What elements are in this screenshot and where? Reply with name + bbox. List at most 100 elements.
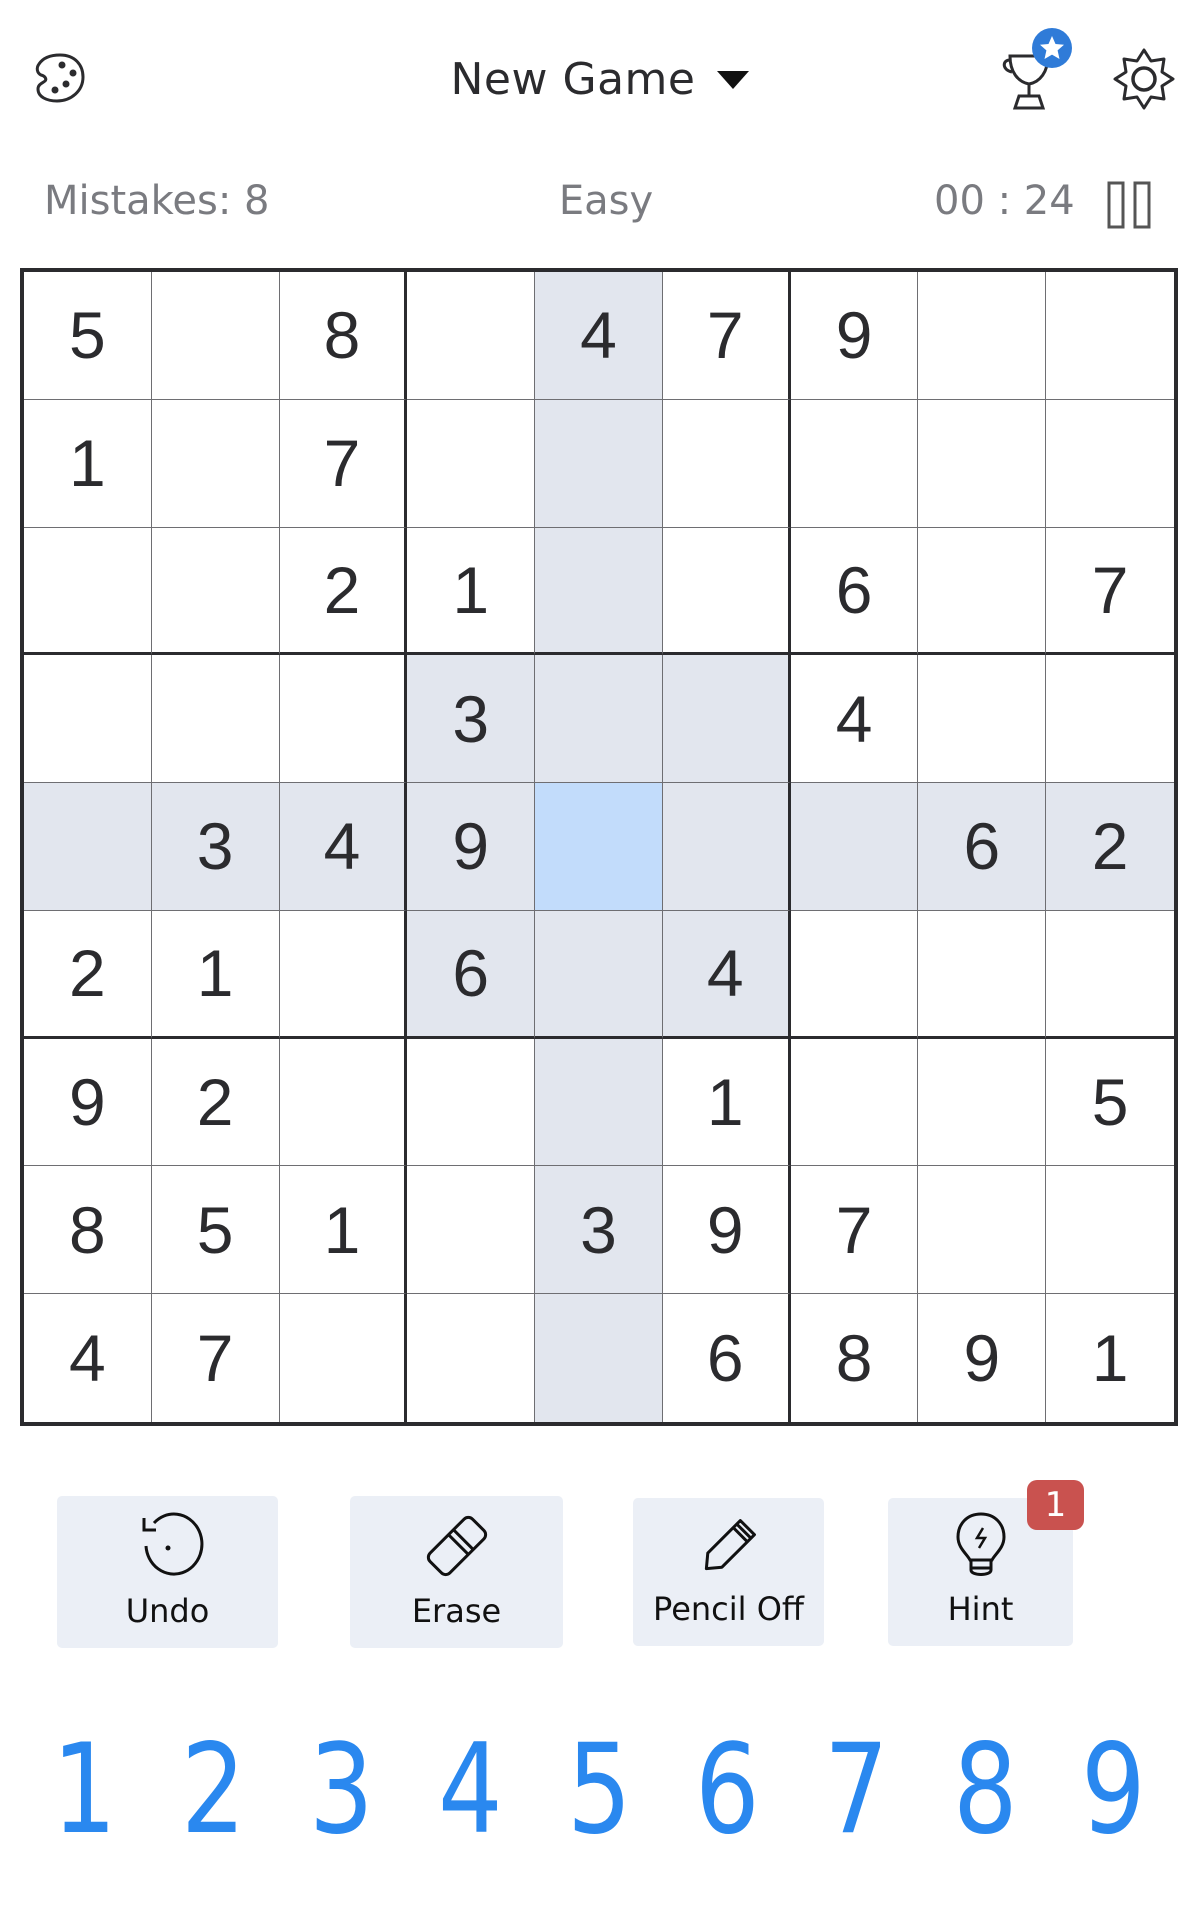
board-cell[interactable] — [407, 399, 536, 528]
hint-count-badge: 1 — [1027, 1480, 1084, 1530]
board-cell[interactable] — [535, 783, 663, 911]
board-cell[interactable]: 7 — [662, 272, 791, 400]
numpad-digit-3[interactable]: 3 — [289, 1718, 395, 1862]
board-cell[interactable]: 6 — [790, 527, 919, 656]
board-cell[interactable]: 5 — [24, 272, 152, 400]
hint-label: Hint — [947, 1590, 1014, 1628]
board-cell[interactable]: 2 — [1046, 783, 1174, 911]
board-cell[interactable]: 9 — [407, 783, 536, 911]
board-cell[interactable] — [662, 527, 791, 656]
board-cell[interactable]: 2 — [24, 910, 152, 1039]
board-cell[interactable]: 9 — [790, 272, 919, 400]
board-cell[interactable]: 7 — [790, 1166, 919, 1295]
board-cell[interactable]: 6 — [663, 1294, 791, 1422]
board-cell[interactable] — [918, 655, 1047, 784]
numpad-digit-2[interactable]: 2 — [160, 1718, 266, 1862]
board-cell[interactable] — [1046, 272, 1174, 400]
board-cell[interactable] — [662, 655, 791, 784]
board-cell[interactable] — [535, 527, 663, 656]
board-cell[interactable]: 9 — [662, 1166, 791, 1295]
board-cell[interactable] — [151, 527, 280, 656]
board-cell[interactable] — [279, 1038, 408, 1167]
board-cell[interactable] — [24, 527, 152, 656]
board-cell[interactable]: 3 — [535, 1166, 663, 1295]
board-cell[interactable] — [790, 910, 919, 1039]
board-cell[interactable]: 8 — [279, 272, 408, 400]
board-cell[interactable] — [279, 910, 408, 1039]
numpad-digit-6[interactable]: 6 — [675, 1718, 781, 1862]
board-cell[interactable]: 9 — [918, 1294, 1047, 1422]
board-cell[interactable]: 8 — [791, 1294, 919, 1422]
board-cell[interactable] — [151, 272, 280, 400]
board-cell[interactable]: 9 — [24, 1038, 152, 1167]
board-cell[interactable]: 4 — [279, 783, 408, 911]
board-cell[interactable]: 1 — [662, 1038, 791, 1167]
board-cell[interactable]: 6 — [918, 783, 1047, 911]
board-cell[interactable] — [535, 399, 663, 528]
numpad-digit-1[interactable]: 1 — [32, 1718, 137, 1862]
board-cell[interactable]: 3 — [151, 783, 280, 911]
board-cell[interactable] — [407, 1294, 536, 1422]
board-cell[interactable] — [662, 783, 791, 911]
board-cell[interactable] — [1046, 911, 1174, 1039]
board-cell[interactable]: 7 — [1046, 528, 1174, 656]
board-cell[interactable]: 5 — [1046, 1039, 1174, 1167]
board-cell[interactable] — [918, 910, 1047, 1039]
board-cell[interactable] — [407, 1166, 536, 1295]
pause-button[interactable] — [1104, 180, 1156, 230]
board-cell[interactable] — [918, 272, 1047, 400]
new-game-title: New Game — [450, 53, 696, 105]
board-cell[interactable] — [24, 655, 152, 784]
board-cell[interactable] — [535, 1038, 663, 1167]
board-cell[interactable]: 1 — [151, 910, 280, 1039]
board-cell[interactable]: 1 — [24, 399, 152, 528]
sudoku-board: 58479172167343496221649215851397476891 — [20, 268, 1178, 1426]
board-cell[interactable]: 1 — [1046, 1294, 1174, 1422]
board-cell[interactable]: 1 — [407, 527, 536, 656]
board-cell[interactable] — [535, 910, 663, 1039]
board-cell[interactable]: 7 — [279, 399, 408, 528]
board-cell[interactable] — [790, 783, 919, 911]
board-cell[interactable] — [790, 1038, 919, 1167]
board-cell[interactable] — [535, 1294, 663, 1422]
board-cell[interactable]: 8 — [24, 1166, 152, 1295]
board-cell[interactable] — [1046, 400, 1174, 528]
board-cell[interactable] — [151, 399, 280, 528]
numpad-digit-9[interactable]: 9 — [1061, 1718, 1167, 1862]
board-cell[interactable] — [151, 655, 280, 784]
numpad-digit-8[interactable]: 8 — [932, 1718, 1038, 1862]
board-cell[interactable]: 2 — [279, 527, 408, 656]
board-cell[interactable] — [918, 399, 1047, 528]
board-cell[interactable] — [918, 527, 1047, 656]
board-cell[interactable]: 1 — [279, 1166, 408, 1295]
numpad-digit-7[interactable]: 7 — [804, 1718, 909, 1862]
board-cell[interactable]: 2 — [151, 1038, 280, 1167]
numpad-digit-5[interactable]: 5 — [546, 1718, 652, 1862]
board-cell[interactable] — [1046, 655, 1174, 784]
board-cell[interactable]: 4 — [535, 272, 663, 400]
board-cell[interactable]: 4 — [24, 1294, 152, 1422]
board-cell[interactable] — [280, 1294, 408, 1422]
board-cell[interactable] — [1046, 1166, 1174, 1295]
numpad-digit-4[interactable]: 4 — [418, 1718, 523, 1862]
board-cell[interactable] — [662, 399, 791, 528]
board-cell[interactable] — [535, 655, 663, 784]
board-cell[interactable]: 3 — [407, 655, 536, 784]
undo-button[interactable]: Undo — [57, 1496, 278, 1648]
erase-button[interactable]: Erase — [350, 1496, 563, 1648]
board-cell[interactable]: 7 — [152, 1294, 280, 1422]
board-cell[interactable]: 4 — [662, 910, 791, 1039]
board-cell[interactable] — [918, 1038, 1047, 1167]
board-cell[interactable] — [24, 783, 152, 911]
board-cell[interactable] — [279, 655, 408, 784]
board-cell[interactable]: 5 — [151, 1166, 280, 1295]
pencil-button[interactable]: Pencil Off — [633, 1498, 824, 1646]
board-cell[interactable] — [407, 1038, 536, 1167]
board-cell[interactable]: 4 — [790, 655, 919, 784]
trophy-button[interactable] — [998, 28, 1078, 112]
board-cell[interactable] — [918, 1166, 1047, 1295]
board-cell[interactable]: 6 — [407, 910, 536, 1039]
settings-button[interactable] — [1110, 45, 1178, 113]
board-cell[interactable] — [407, 272, 536, 400]
board-cell[interactable] — [790, 399, 919, 528]
